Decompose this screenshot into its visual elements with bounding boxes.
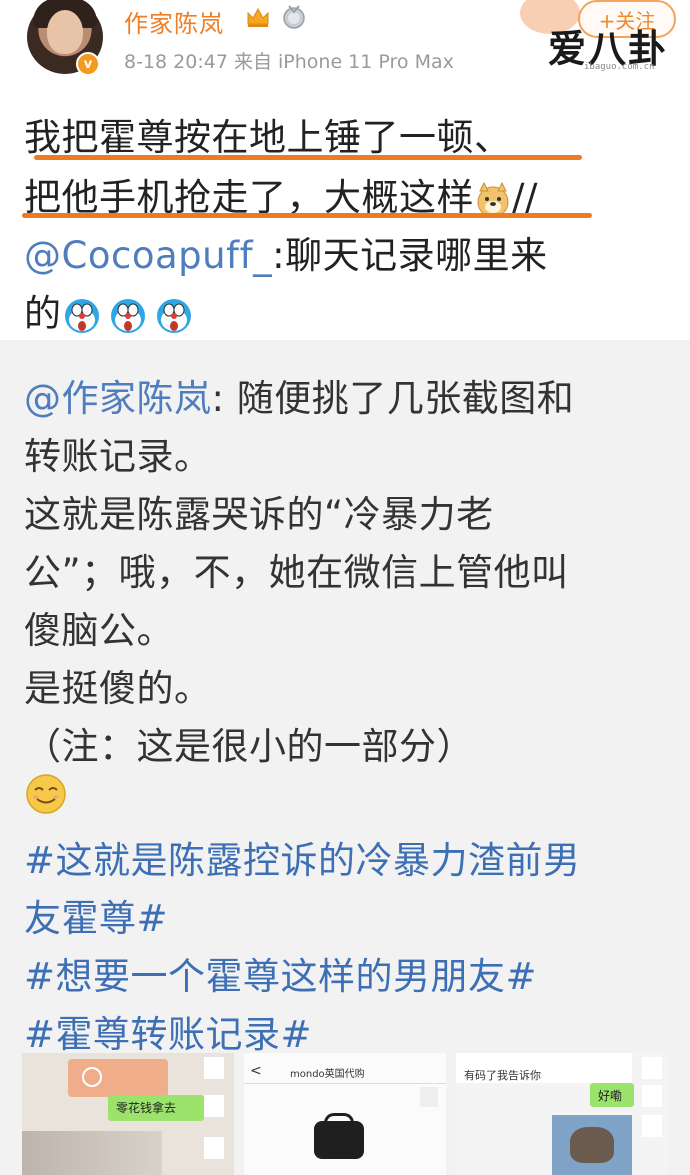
- highlight-underline: [34, 155, 582, 160]
- screenshot-thumbnail-2[interactable]: < mondo英国代购: [244, 1053, 446, 1175]
- image-grid: 零花钱拿去 < mondo英国代购 有码了我告诉你 好嘞: [22, 1053, 668, 1175]
- post-text-line: 我把霍尊按在地上锤了一顿、: [24, 116, 512, 159]
- mention-link[interactable]: @Cocoapuff_: [24, 234, 272, 277]
- doraemon-emoji: [156, 298, 191, 333]
- doraemon-emoji: [110, 298, 145, 333]
- post-body: 我把霍尊按在地上锤了一顿、 把他手机抢走了，大概这样 // @Cocoapuff…: [0, 85, 690, 340]
- username[interactable]: 作家陈岚: [124, 4, 224, 39]
- hashtag-link[interactable]: #这就是陈露控诉的冷暴力渣前男: [24, 830, 581, 884]
- screenshot-thumbnail-1[interactable]: 零花钱拿去: [22, 1053, 234, 1175]
- back-arrow-icon: <: [250, 1063, 262, 1079]
- quoted-text-line-6: 是挺傻的。: [24, 667, 212, 710]
- site-watermark: 爱八卦 ibaguo.com.cn: [548, 18, 678, 72]
- hashtag-link-cont[interactable]: 友霍尊#: [24, 888, 168, 942]
- highlight-underline-2: [22, 213, 592, 218]
- screenshot-thumbnail-3[interactable]: 有码了我告诉你 好嘞: [456, 1053, 668, 1175]
- medal-icon: [283, 5, 305, 29]
- verified-icon: v: [76, 52, 100, 76]
- post-text-line-4: 的: [24, 283, 194, 337]
- quoted-text-line-5: 傻脑公。: [24, 609, 174, 652]
- chat-bubble-text-3: 好嘞: [598, 1089, 623, 1103]
- quoted-text-line-3: 这就是陈露哭诉的“冷暴力老: [24, 493, 494, 536]
- quoted-mention-link[interactable]: @作家陈岚: [24, 377, 212, 420]
- quoted-text: : 随便挑了几张截图和: [211, 377, 575, 420]
- post-text: 的: [24, 292, 62, 335]
- post-text: :聊天记录哪里来: [272, 234, 548, 277]
- quoted-text-line-4: 公”；哦，不，她在微信上管他叫: [24, 551, 569, 594]
- doraemon-emoji: [64, 298, 99, 333]
- chat-bubble-text: 零花钱拿去: [116, 1101, 177, 1115]
- quoted-original-post[interactable]: @作家陈岚: 随便挑了几张截图和 转账记录。 这就是陈露哭诉的“冷暴力老 公”；…: [0, 340, 690, 1175]
- post-text-line-3: @Cocoapuff_:聊天记录哪里来: [24, 225, 548, 279]
- smile-emoji: [26, 774, 66, 814]
- thumbnail-title: mondo英国代购: [290, 1069, 365, 1080]
- hashtag-link-3[interactable]: #霍尊转账记录#: [24, 1004, 312, 1058]
- post-meta: 8-18 20:47 来自 iPhone 11 Pro Max: [124, 51, 454, 73]
- watermark-url: ibaguo.com.cn: [584, 62, 655, 72]
- post-header: v 作家陈岚 8-18 20:47 来自 iPhone 11 Pro Max +…: [0, 0, 690, 85]
- chat-bubble-text-2: 有码了我告诉你: [464, 1069, 541, 1082]
- quoted-text-line: @作家陈岚: 随便挑了几张截图和: [24, 368, 574, 422]
- quoted-text-line-7: （注：这是很小的一部分）: [24, 725, 474, 768]
- quoted-text-line-2: 转账记录。: [24, 435, 212, 478]
- crown-icon: [247, 7, 269, 27]
- hashtag-link-2[interactable]: #想要一个霍尊这样的男朋友#: [24, 946, 537, 1000]
